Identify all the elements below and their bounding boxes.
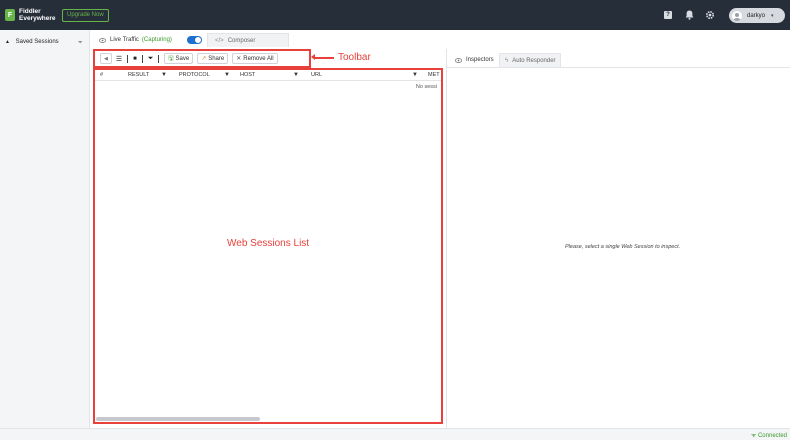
annotation-toolbar-label: Toolbar [338,52,371,63]
annotation-list-label: Web Sessions List [227,238,310,249]
capturing-status: (Capturing) [141,37,172,43]
url-filter-icon[interactable]: ▼ [412,72,418,78]
column-header-method[interactable]: MET [428,72,440,78]
live-traffic-label: Live Traffic [110,37,139,43]
chevron-down-icon: ▾ [771,12,774,19]
annotation-arrow [311,54,334,60]
settings-button[interactable] [704,9,716,21]
sidebar: ▲ Saved Sessions ⏷ [0,30,90,428]
save-button[interactable]: 🖫 Save [164,53,194,64]
save-label: Save [175,55,190,62]
bell-icon [685,10,693,20]
inspectors-label: Inspectors [466,57,494,63]
tab-inspectors[interactable]: Inspectors [449,53,497,67]
avatar [732,10,742,21]
column-header-number[interactable]: # [100,72,103,78]
stop-icon[interactable]: ■ [133,56,137,62]
remove-icon: ✕ [236,56,242,62]
filter-icon[interactable]: ⏷ [148,55,154,63]
app-name: Fiddler Everywhere [19,8,56,22]
remove-all-label: Remove All [243,55,274,62]
bolt-icon: ϟ [505,57,509,64]
fiddler-logo: F [5,9,15,21]
connection-label: Connected [757,433,787,439]
tab-divider [447,67,790,68]
composer-label: Composer [227,37,256,44]
save-icon: 🖫 [168,55,174,62]
connection-status: ᯤ Connected [751,431,787,439]
help-button[interactable]: ? [662,9,674,21]
auto-responder-label: Auto Responder [512,57,556,64]
notifications-button[interactable] [683,9,695,21]
column-header-host[interactable]: HOST [240,72,255,78]
tab-composer[interactable]: </> Composer [207,33,289,47]
share-label: Share [208,55,225,62]
status-bar: ᯤ Connected [0,428,790,440]
web-sessions-list[interactable]: # RESULT ▼ PROTOCOL ▼ HOST ▼ URL ▼ MET N… [93,68,443,424]
inspector-empty-message: Please, select a single Web Session to i… [565,244,681,250]
sessions-grid-header: # RESULT ▼ PROTOCOL ▼ HOST ▼ URL ▼ MET [95,70,441,81]
user-menu-button[interactable]: darkyo ▾ [729,8,785,23]
tab-live-traffic[interactable]: Live Traffic (Capturing) [91,33,206,47]
column-header-protocol[interactable]: PROTOCOL [179,72,210,78]
capture-toggle[interactable] [187,36,202,44]
share-icon: ↗ [201,56,207,62]
host-filter-icon[interactable]: ▼ [293,72,299,78]
toolbar-divider [158,54,160,63]
menu-icon[interactable]: ☰ [116,55,122,63]
saved-sessions-label: Saved Sessions [15,39,59,45]
remove-all-button[interactable]: ✕ Remove All [232,53,278,64]
eye-icon [99,37,106,43]
collapse-triangle-icon: ▲ [5,39,10,45]
code-icon: </> [215,37,224,44]
share-button[interactable]: ↗ Share [197,53,229,64]
help-icon: ? [664,11,672,19]
column-header-result[interactable]: RESULT [128,72,149,78]
back-icon: ◀ [104,55,108,62]
wifi-icon: ᯤ [750,433,757,439]
inspector-panel: Inspectors ϟ Auto Responder Please, sele… [446,49,790,428]
saved-sessions-item[interactable]: ▲ Saved Sessions [5,39,59,45]
top-bar: F Fiddler Everywhere Upgrade Now ? darky… [0,0,790,30]
user-name: darkyo [747,12,766,19]
result-filter-icon[interactable]: ▼ [161,72,167,78]
horizontal-scrollbar[interactable] [96,417,260,421]
column-header-url[interactable]: URL [311,72,322,78]
toolbar-divider [141,54,143,63]
back-button[interactable]: ◀ [100,53,112,64]
eye-icon [455,57,462,63]
no-sessions-text: No sessi [415,84,437,90]
toolbar: ◀ ☰ ■ ⏷ 🖫 Save ↗ Share ✕ Remove All [100,52,282,65]
sidebar-filter-icon[interactable]: ⏷ [78,40,83,47]
protocol-filter-icon[interactable]: ▼ [224,72,230,78]
gear-icon [705,10,715,20]
toolbar-divider [127,54,129,63]
upgrade-now-button[interactable]: Upgrade Now [62,9,109,22]
tab-auto-responder[interactable]: ϟ Auto Responder [499,53,561,67]
